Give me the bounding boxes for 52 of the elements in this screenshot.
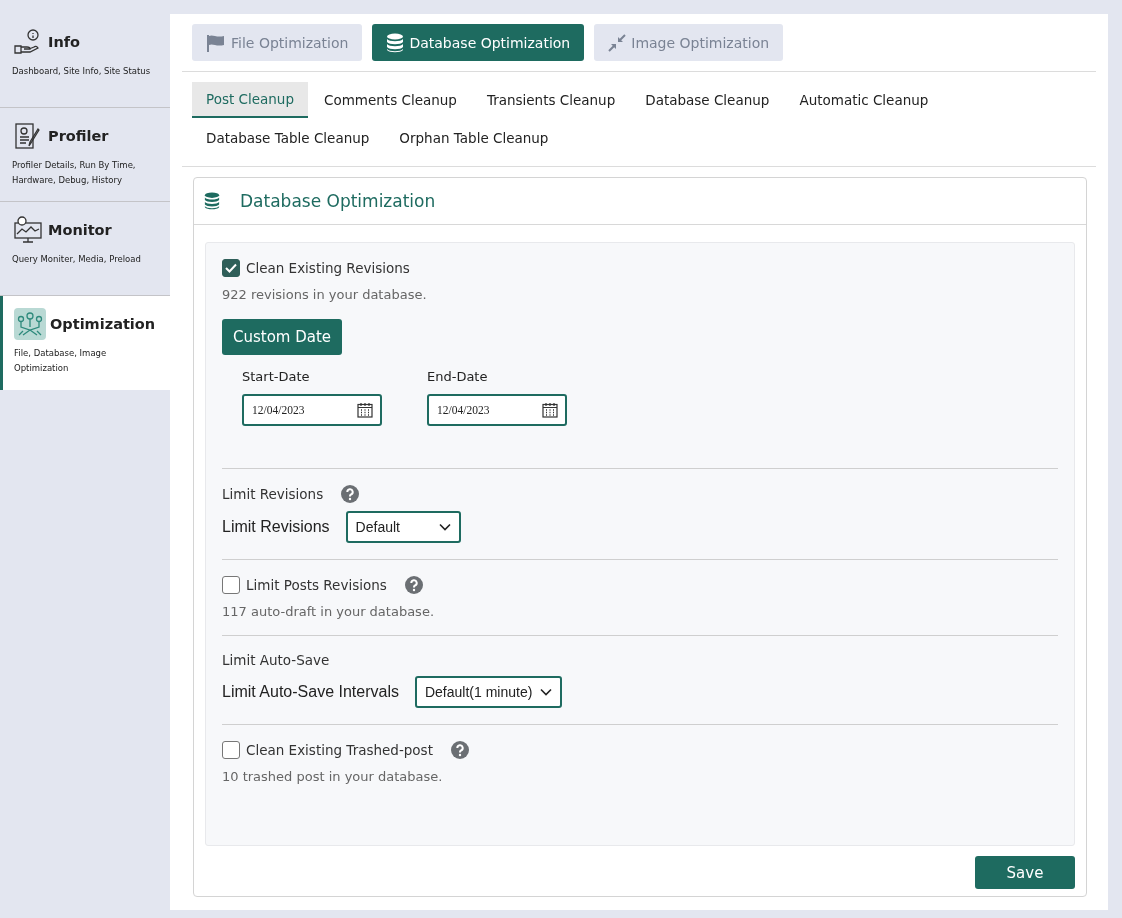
section-heading: Limit Auto-Save xyxy=(222,652,330,668)
sidebar-item-description: File, Database, Image Optimization xyxy=(14,347,108,375)
cleanup-tab[interactable]: Automatic Cleanup xyxy=(785,82,943,118)
note-text: 922 revisions in your database. xyxy=(222,287,428,302)
note-text: 117 auto-draft in your database. xyxy=(222,604,436,619)
sidebar-item-title: Info xyxy=(48,34,80,50)
database-icon xyxy=(386,32,405,53)
cleanup-tab[interactable]: Transients Cleanup xyxy=(472,82,630,118)
compress-arrows-icon xyxy=(608,33,627,52)
monitor-chart-icon xyxy=(13,216,43,244)
flag-icon xyxy=(206,33,226,52)
cleanup-tab[interactable]: Comments Cleanup xyxy=(310,82,471,118)
help-icon[interactable] xyxy=(450,741,469,759)
help-icon[interactable] xyxy=(341,485,360,503)
top-tab[interactable]: Database Optimization xyxy=(372,24,585,61)
save-button[interactable]: Save xyxy=(975,856,1075,889)
checkbox[interactable] xyxy=(222,576,240,594)
calendar-icon xyxy=(357,402,373,418)
sidebar-item-description: Profiler Details, Run By Time, Hardware, Debug, History xyxy=(12,159,137,187)
dropdown[interactable]: Default xyxy=(345,511,461,543)
sidebar-item-title: Optimization xyxy=(50,316,156,332)
select-label: Limit Auto-Save Intervals xyxy=(222,683,399,701)
network-icon xyxy=(15,310,45,338)
section-heading: Limit Revisions xyxy=(222,486,324,502)
note-text: 10 trashed post in your database. xyxy=(222,769,444,784)
date-field[interactable]: 12/04/2023 xyxy=(427,394,567,426)
cleanup-tab[interactable]: Database Cleanup xyxy=(631,82,784,118)
help-icon[interactable] xyxy=(404,576,423,594)
checkbox-label: Clean Existing Trashed-post xyxy=(246,742,433,758)
card-title: Database Optimization xyxy=(240,191,436,211)
checkbox[interactable] xyxy=(222,259,240,277)
database-icon xyxy=(204,192,220,210)
sidebar-item-description: Query Moniter, Media, Preload xyxy=(12,253,142,266)
calendar-icon xyxy=(542,402,558,418)
dropdown[interactable]: Default(1 minute) xyxy=(414,676,563,708)
checkbox[interactable] xyxy=(222,741,240,759)
date-label: Start-Date xyxy=(242,369,311,384)
cleanup-tab[interactable]: Orphan Table Cleanup xyxy=(385,120,563,156)
cleanup-tab[interactable]: Database Table Cleanup xyxy=(192,120,384,156)
sidebar-item-title: Profiler xyxy=(48,128,109,144)
date-label: End-Date xyxy=(427,369,489,384)
chevron-down-icon xyxy=(438,523,451,531)
chevron-down-icon xyxy=(540,688,553,696)
select-label: Limit Revisions xyxy=(222,518,330,536)
checkbox-label: Clean Existing Revisions xyxy=(246,260,410,276)
date-field[interactable]: 12/04/2023 xyxy=(242,394,382,426)
checkbox-label: Limit Posts Revisions xyxy=(246,577,387,593)
sidebar-item[interactable]: Optimization File, Database, Image Optimization xyxy=(0,296,170,390)
sidebar-item-title: Monitor xyxy=(48,222,112,238)
cleanup-tab[interactable]: Post Cleanup xyxy=(192,82,308,118)
custom-date-button[interactable]: Custom Date xyxy=(222,319,343,355)
sidebar-item-description: Dashboard, Site Info, Site Status xyxy=(12,65,152,78)
